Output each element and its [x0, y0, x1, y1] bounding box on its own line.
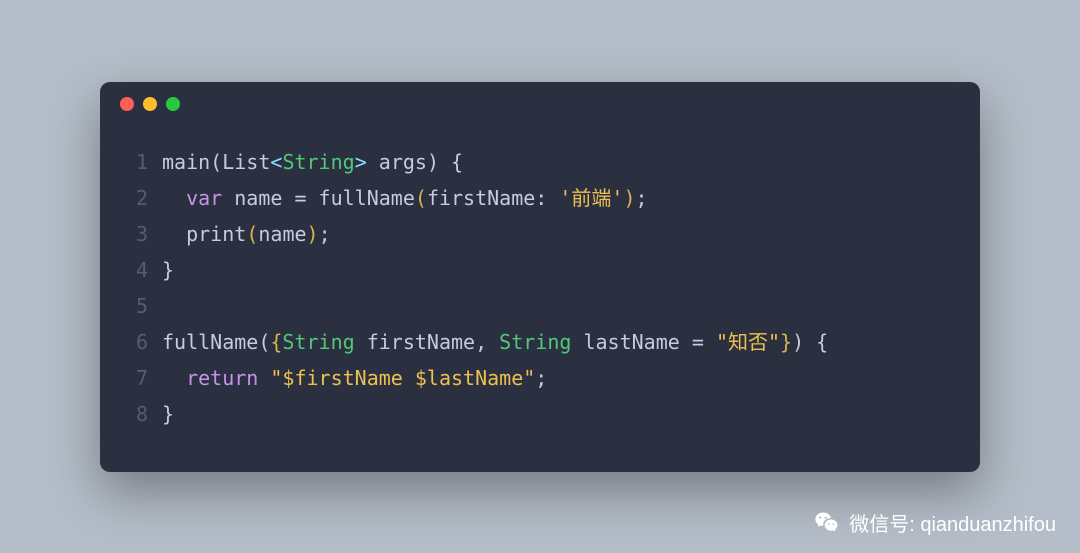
maximize-icon[interactable]	[166, 97, 180, 111]
code-line: 1main(List<String> args) {	[100, 144, 980, 180]
token-paren: )	[307, 222, 319, 246]
token-ident: fullName	[307, 186, 415, 210]
token-keyword: return	[186, 366, 258, 390]
token-ident: firstName:	[427, 186, 559, 210]
token-plain	[162, 222, 186, 246]
line-number: 6	[100, 324, 162, 360]
token-punct: ) {	[427, 150, 463, 174]
token-ident: args	[367, 150, 427, 174]
token-punct: ;	[319, 222, 331, 246]
token-type: String	[282, 330, 354, 354]
code-content: main(List<String> args) {	[162, 144, 463, 180]
line-number: 3	[100, 216, 162, 252]
token-string: "知否"	[716, 330, 780, 354]
token-ident: main	[162, 150, 210, 174]
code-editor-window: 1main(List<String> args) {2 var name = f…	[100, 82, 980, 472]
token-ident: List	[222, 150, 270, 174]
line-number: 8	[100, 396, 162, 432]
code-content: }	[162, 396, 174, 432]
watermark-text: 微信号: qianduanzhifou	[849, 508, 1056, 537]
code-content: print(name);	[162, 216, 331, 252]
token-ident: fullName	[162, 330, 258, 354]
code-line: 8}	[100, 396, 980, 432]
token-punct: ;	[636, 186, 648, 210]
token-plain	[162, 186, 186, 210]
code-line: 2 var name = fullName(firstName: '前端');	[100, 180, 980, 216]
code-content: return "$firstName $lastName";	[162, 360, 547, 396]
watermark: 微信号: qianduanzhifou	[813, 508, 1056, 537]
token-string: "$firstName $lastName"	[270, 366, 535, 390]
token-paren: )	[623, 186, 635, 210]
minimize-icon[interactable]	[143, 97, 157, 111]
token-type: String	[282, 150, 354, 174]
token-angle: >	[355, 150, 367, 174]
token-punct: (	[210, 150, 222, 174]
code-line: 6fullName({String firstName, String last…	[100, 324, 980, 360]
token-ident: firstName,	[355, 330, 500, 354]
token-string: '前端'	[559, 186, 623, 210]
token-paren: }	[780, 330, 792, 354]
token-punct: =	[294, 186, 306, 210]
token-punct: ) {	[792, 330, 828, 354]
token-paren: {	[270, 330, 282, 354]
line-number: 7	[100, 360, 162, 396]
token-ident: name	[258, 222, 306, 246]
code-line: 4}	[100, 252, 980, 288]
line-number: 5	[100, 288, 162, 324]
line-number: 1	[100, 144, 162, 180]
token-plain	[162, 366, 186, 390]
token-type: String	[499, 330, 571, 354]
token-punct: ;	[535, 366, 547, 390]
token-punct: }	[162, 258, 174, 282]
token-punct: }	[162, 402, 174, 426]
token-paren: (	[415, 186, 427, 210]
token-ident: name	[222, 186, 294, 210]
window-titlebar	[100, 82, 980, 126]
token-angle: <	[270, 150, 282, 174]
token-ident	[258, 366, 270, 390]
wechat-icon	[813, 509, 841, 537]
token-keyword: var	[186, 186, 222, 210]
close-icon[interactable]	[120, 97, 134, 111]
token-punct: (	[258, 330, 270, 354]
token-ident	[704, 330, 716, 354]
token-punct: =	[692, 330, 704, 354]
line-number: 4	[100, 252, 162, 288]
code-content: fullName({String firstName, String lastN…	[162, 324, 828, 360]
code-content: var name = fullName(firstName: '前端');	[162, 180, 648, 216]
token-paren: (	[246, 222, 258, 246]
token-ident: lastName	[571, 330, 691, 354]
code-line: 7 return "$firstName $lastName";	[100, 360, 980, 396]
code-content: }	[162, 252, 174, 288]
code-line: 3 print(name);	[100, 216, 980, 252]
code-line: 5	[100, 288, 980, 324]
code-area: 1main(List<String> args) {2 var name = f…	[100, 126, 980, 472]
token-ident: print	[186, 222, 246, 246]
line-number: 2	[100, 180, 162, 216]
